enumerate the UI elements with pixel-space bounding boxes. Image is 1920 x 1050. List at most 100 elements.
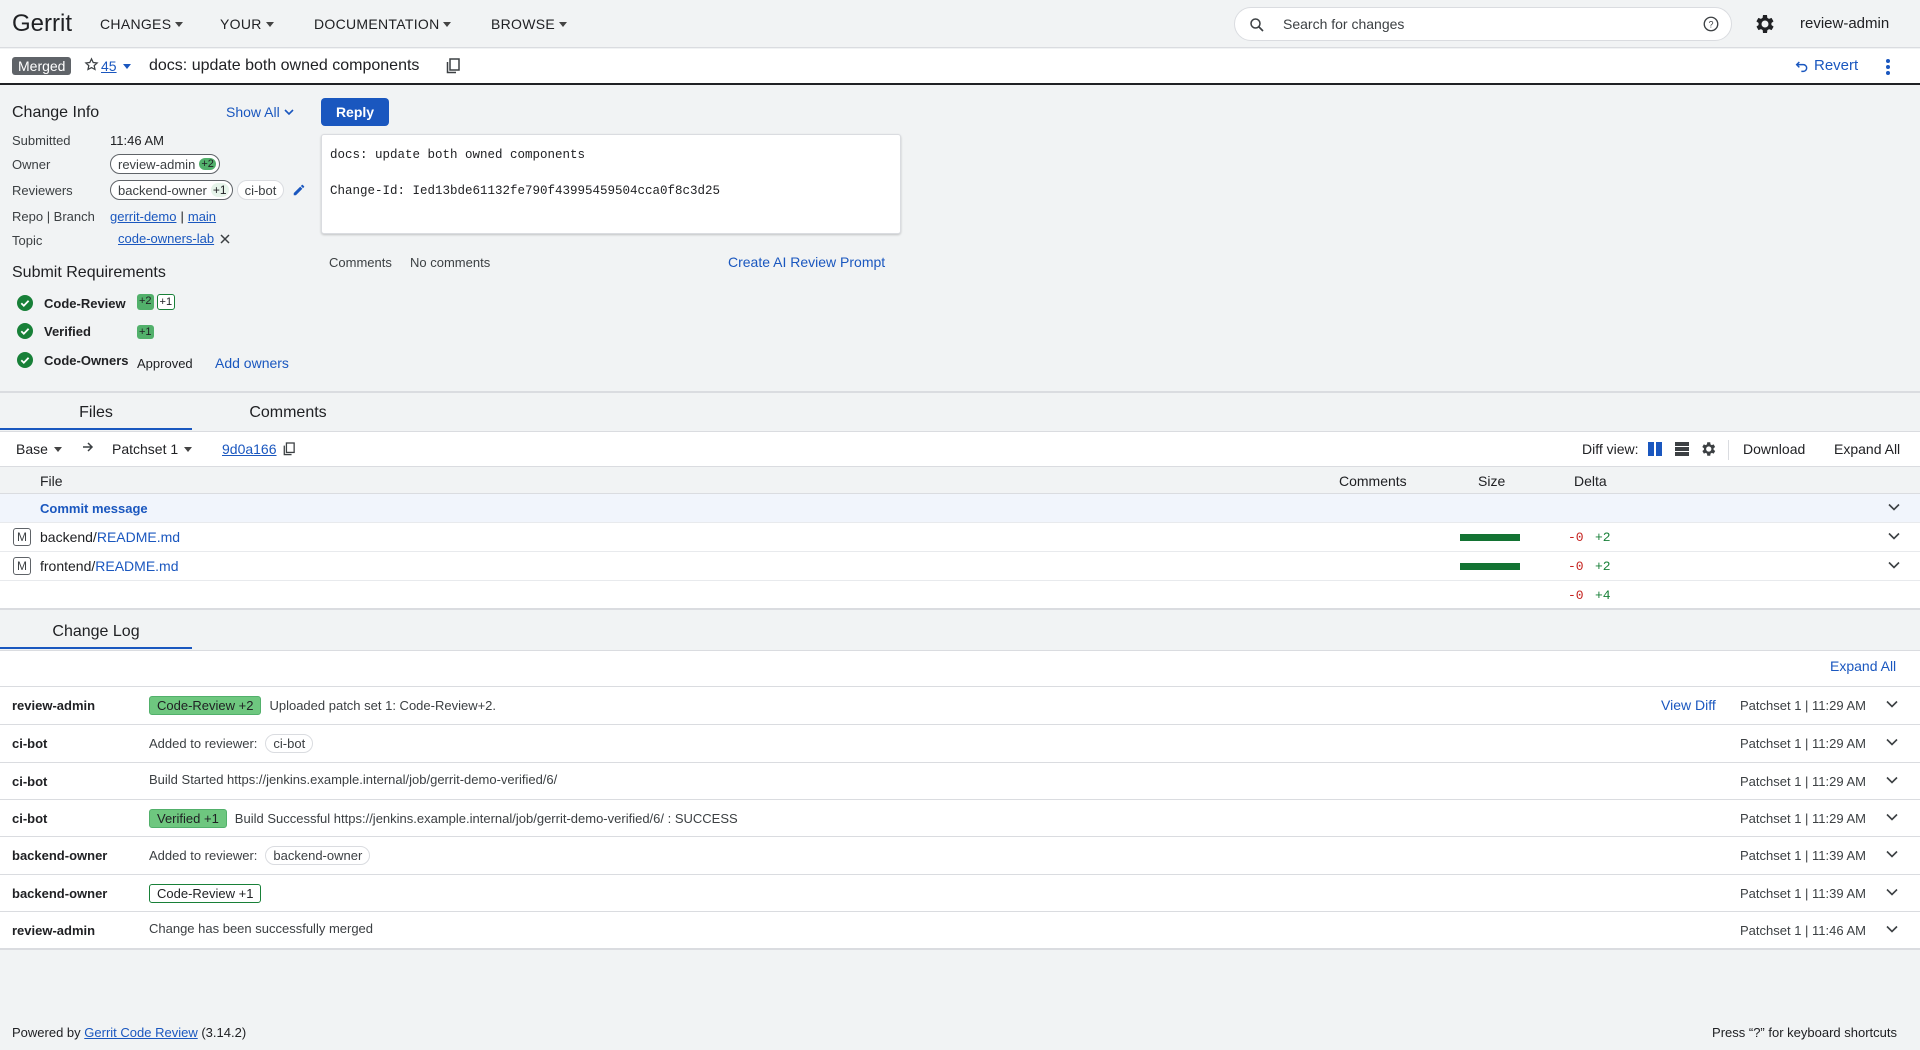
menu-your-label: YOUR	[220, 16, 262, 32]
log-message: Build Started https://jenkins.example.in…	[149, 772, 557, 787]
tab-files[interactable]: Files	[0, 404, 192, 422]
expand-all-messages-link[interactable]: Expand All	[1830, 658, 1896, 674]
repo-branch-separator: |	[180, 209, 184, 224]
log-entry[interactable]: review-admin Change has been successfull…	[0, 911, 1920, 948]
menu-documentation[interactable]: DOCUMENTATION	[314, 16, 452, 32]
chevron-down-icon[interactable]	[1886, 776, 1898, 784]
edit-pencil-icon[interactable]	[292, 183, 306, 197]
commit-hash-link[interactable]: 9d0a166	[222, 441, 277, 457]
search-icon[interactable]	[1248, 16, 1266, 34]
log-author: review-admin	[12, 698, 96, 713]
requirement-name: Code-Review	[44, 296, 126, 311]
caret-down-icon	[184, 446, 193, 452]
log-entry[interactable]: ci-bot Added to reviewer: ci-bot Patchset…	[0, 724, 1920, 762]
topic-label: Topic	[12, 233, 43, 248]
owner-label: Owner	[12, 157, 51, 172]
base-select[interactable]: Base	[16, 441, 62, 457]
file-row[interactable]: M backend/README.md -0 +2	[0, 523, 1920, 552]
tab-comments[interactable]: Comments	[192, 404, 384, 422]
owner-chip[interactable]: review-admin +2	[110, 154, 220, 174]
chevron-down-icon[interactable]	[1886, 738, 1898, 746]
caret-down-icon	[175, 21, 184, 27]
account-user-name[interactable]: review-admin	[1800, 15, 1889, 32]
file-link[interactable]: README.md	[97, 529, 180, 545]
view-diff-link[interactable]: View Diff	[1661, 697, 1716, 713]
requirement-name: Code-Owners	[44, 353, 129, 368]
diff-view-label: Diff view:	[1582, 441, 1639, 457]
chevron-down-icon[interactable]	[1888, 561, 1900, 569]
commit-message-link[interactable]: Commit message	[40, 501, 148, 516]
create-ai-review-prompt-link[interactable]: Create AI Review Prompt	[728, 254, 885, 270]
reviewer-chip[interactable]: backend-owner	[265, 846, 371, 865]
divider	[1728, 440, 1729, 460]
gerrit-logo[interactable]: Gerrit	[12, 10, 72, 38]
active-tab-indicator	[0, 428, 192, 430]
reply-button[interactable]: Reply	[321, 98, 389, 126]
unified-view-icon[interactable]	[1675, 442, 1689, 456]
caret-down-icon	[53, 446, 62, 452]
log-entry[interactable]: review-admin Code-Review +2 Uploaded patc…	[0, 686, 1920, 724]
search-input[interactable]	[1283, 14, 1673, 34]
undo-icon	[1795, 60, 1808, 72]
chevron-down-icon	[284, 109, 294, 116]
download-link[interactable]: Download	[1743, 441, 1805, 457]
help-icon[interactable]: ?	[1702, 15, 1720, 33]
file-row[interactable]: M frontend/README.md -0 +2	[0, 552, 1920, 581]
topic-link[interactable]: code-owners-lab	[118, 231, 214, 246]
menu-browse[interactable]: BROWSE	[491, 16, 568, 32]
caret-down-icon[interactable]	[123, 64, 131, 69]
check-circle-icon	[17, 323, 33, 339]
add-owners-link[interactable]: Add owners	[215, 355, 289, 371]
file-path: frontend/README.md	[40, 558, 179, 574]
caret-down-icon	[265, 21, 274, 27]
requirement-code-review[interactable]	[17, 295, 33, 311]
branch-link[interactable]: main	[188, 209, 216, 224]
reviewer-chip[interactable]: backend-owner +1	[110, 180, 233, 200]
reviewer-name: backend-owner	[118, 182, 207, 198]
patchset-select[interactable]: Patchset 1	[112, 441, 193, 457]
change-number-link[interactable]: 45	[101, 58, 117, 74]
show-all-button[interactable]: Show All	[226, 104, 294, 120]
chevron-down-icon[interactable]	[1888, 503, 1900, 511]
lines-deleted: -0	[1568, 530, 1584, 545]
chevron-down-icon[interactable]	[1886, 813, 1898, 821]
menu-your[interactable]: YOUR	[220, 16, 274, 32]
chevron-down-icon[interactable]	[1888, 532, 1900, 540]
gerrit-code-review-link[interactable]: Gerrit Code Review	[84, 1025, 197, 1040]
log-text: Uploaded patch set 1: Code-Review+2.	[269, 698, 497, 713]
menu-changes[interactable]: CHANGES	[100, 16, 184, 32]
diff-settings-gear-icon[interactable]	[1699, 440, 1717, 458]
requirement-verified[interactable]	[17, 323, 33, 339]
column-header: Comments	[1339, 473, 1407, 489]
log-entry[interactable]: backend-owner Code-Review +1 Patchset 1 …	[0, 874, 1920, 912]
chevron-down-icon[interactable]	[1886, 925, 1898, 933]
log-entry[interactable]: backend-owner Added to reviewer: backend-…	[0, 836, 1920, 874]
log-entry[interactable]: ci-bot Verified +1 Build Successful https…	[0, 799, 1920, 837]
settings-gear-icon[interactable]	[1752, 12, 1776, 36]
commit-message-row[interactable]: Commit message	[0, 494, 1920, 523]
reviewers-label: Reviewers	[12, 183, 73, 198]
files-tabs: Files Comments	[0, 393, 1920, 431]
chevron-down-icon[interactable]	[1886, 700, 1898, 708]
chevron-down-icon[interactable]	[1886, 888, 1898, 896]
reviewer-chip[interactable]: ci-bot	[236, 180, 285, 200]
more-vert-icon[interactable]	[1885, 58, 1891, 76]
tab-change-log[interactable]: Change Log	[0, 623, 192, 641]
close-icon[interactable]	[220, 233, 230, 244]
side-by-side-view-icon[interactable]	[1648, 442, 1662, 456]
copy-icon[interactable]	[283, 442, 295, 456]
star-icon[interactable]	[84, 57, 99, 72]
chevron-down-icon[interactable]	[1886, 850, 1898, 858]
check-circle-icon	[17, 352, 33, 368]
log-author: ci-bot	[12, 774, 48, 789]
log-author: backend-owner	[12, 886, 108, 901]
copy-icon[interactable]	[446, 58, 460, 74]
reviewer-chip[interactable]: ci-bot	[265, 734, 314, 753]
file-link[interactable]: README.md	[95, 558, 178, 574]
repo-link[interactable]: gerrit-demo	[110, 209, 176, 224]
requirement-code-owners[interactable]	[17, 352, 33, 368]
expand-all-link[interactable]: Expand All	[1834, 441, 1900, 457]
log-entry[interactable]: ci-bot Build Started https://jenkins.exa…	[0, 762, 1920, 800]
log-text: Added to reviewer:	[149, 848, 258, 863]
revert-button[interactable]: Revert	[1794, 57, 1858, 74]
